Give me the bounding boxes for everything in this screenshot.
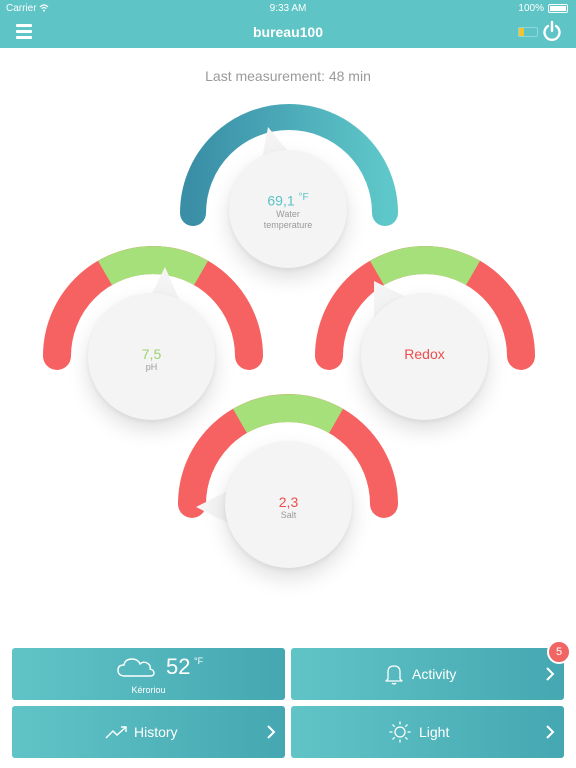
clock: 9:33 AM [269, 3, 307, 14]
weather-temp: 52 [166, 654, 191, 679]
temperature-unit: °F [298, 192, 309, 203]
history-label: History [134, 724, 178, 740]
activity-tile[interactable]: Activity [291, 648, 564, 700]
chevron-right-icon [267, 725, 276, 739]
sun-icon [389, 721, 411, 743]
temperature-label-line2: temperature [263, 219, 313, 230]
last-measurement: Last measurement: 48 min [205, 68, 371, 84]
salt-label: Salt [280, 510, 297, 520]
device-battery-icon [518, 27, 538, 37]
nav-title: bureau100 [252, 24, 324, 40]
weather-tile[interactable]: 52 °F Kéroriou [12, 648, 285, 700]
cloud-icon [117, 658, 155, 677]
salt-value: 2,3 [278, 494, 299, 510]
activity-label: Activity [412, 666, 457, 682]
trend-up-icon [105, 726, 127, 739]
weather-unit: °F [194, 656, 204, 666]
ph-value: 7,5 [141, 346, 162, 362]
battery-icon [548, 4, 568, 13]
power-icon[interactable] [542, 20, 562, 42]
temperature-value: 69,1 [267, 192, 295, 209]
redox-value: Redox [404, 346, 445, 362]
battery-percent: 100% [518, 3, 544, 14]
temperature-label-line1: Water [276, 208, 300, 219]
light-tile[interactable]: Light [291, 706, 564, 758]
chevron-right-icon [546, 667, 555, 681]
ph-label: pH [145, 362, 158, 372]
bell-icon [385, 665, 403, 685]
weather-location: Kéroriou [131, 685, 166, 695]
activity-badge: 5 [547, 640, 571, 664]
history-tile[interactable]: History [12, 706, 285, 758]
light-label: Light [419, 724, 450, 740]
status-bar: Carrier 9:33 AM 100% [0, 0, 576, 16]
nav-bar: bureau100 [0, 16, 576, 48]
chevron-right-icon [546, 725, 555, 739]
